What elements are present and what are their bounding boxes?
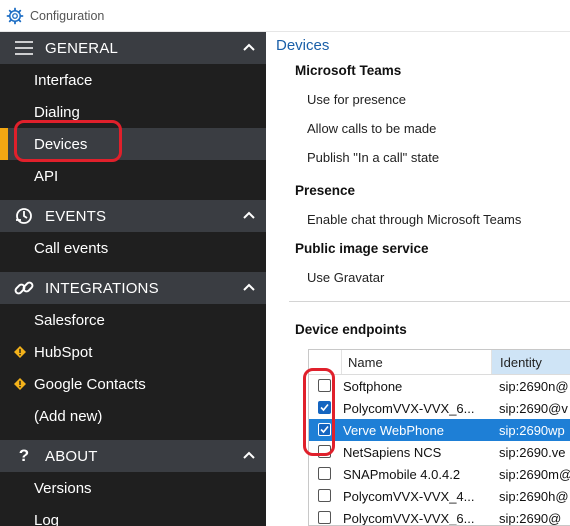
- sidebar-item-google-contacts[interactable]: Google Contacts: [0, 368, 266, 400]
- endpoint-checkbox[interactable]: [318, 489, 331, 502]
- sidebar-item-versions[interactable]: Versions: [0, 472, 266, 504]
- endpoint-name: NetSapiens NCS: [343, 444, 442, 460]
- section-general[interactable]: GENERAL: [0, 32, 266, 64]
- endpoint-checkbox[interactable]: [318, 511, 331, 524]
- events-icon: [10, 206, 38, 226]
- sidebar-item-label: Versions: [34, 479, 92, 497]
- endpoint-identity: sip:2690m@: [499, 466, 570, 482]
- table-row[interactable]: NetSapiens NCS sip:2690.ve: [309, 441, 570, 463]
- row-checkbox-cell: [309, 397, 341, 419]
- table-row[interactable]: PolycomVVX-VVX_6... sip:2690@v: [309, 397, 570, 419]
- warning-diamond-icon: [14, 346, 26, 358]
- endpoint-checkbox[interactable]: [318, 401, 331, 414]
- sidebar-item-label: Interface: [34, 71, 93, 89]
- endpoint-name: PolycomVVX-VVX_6...: [343, 400, 475, 416]
- option-publish-in-call[interactable]: Publish "In a call" state: [307, 150, 439, 165]
- endpoints-table: Name Identity Softphone sip:2690n@ Polycom…: [308, 349, 570, 526]
- table-row[interactable]: Verve WebPhone sip:2690wp: [309, 419, 570, 441]
- checkmark-icon: [320, 403, 329, 412]
- table-row[interactable]: Softphone sip:2690n@: [309, 375, 570, 397]
- table-row[interactable]: PolycomVVX-VVX_4... sip:2690h@: [309, 485, 570, 507]
- endpoint-checkbox[interactable]: [318, 423, 331, 436]
- row-checkbox-cell: [309, 419, 341, 441]
- sidebar-item-add-new[interactable]: (Add new): [0, 400, 266, 432]
- endpoint-name: Verve WebPhone: [343, 422, 444, 438]
- group-title-microsoft-teams: Microsoft Teams: [295, 63, 402, 78]
- page-title: Devices: [276, 37, 330, 54]
- chevron-up-icon[interactable]: [242, 280, 256, 294]
- endpoint-name: SNAPmobile 4.0.4.2: [343, 466, 461, 482]
- row-checkbox-cell: [309, 375, 341, 397]
- column-header-identity[interactable]: Identity: [492, 350, 570, 374]
- row-checkbox-cell: [309, 441, 341, 463]
- section-about[interactable]: ? ABOUT: [0, 440, 266, 472]
- sidebar-item-dialing[interactable]: Dialing: [0, 96, 266, 128]
- sidebar-item-devices[interactable]: Devices: [0, 128, 266, 160]
- group-title-presence: Presence: [295, 183, 356, 198]
- group-title-public-image: Public image service: [295, 241, 429, 256]
- sidebar-item-api[interactable]: API: [0, 160, 266, 192]
- question-icon: ?: [18, 446, 30, 465]
- sidebar: GENERAL Interface Dialing Devices API EV…: [0, 32, 266, 526]
- sidebar-item-interface[interactable]: Interface: [0, 64, 266, 96]
- sidebar-item-salesforce[interactable]: Salesforce: [0, 304, 266, 336]
- divider: [289, 301, 570, 302]
- table-header: Name Identity: [309, 350, 570, 375]
- sidebar-item-label: Google Contacts: [34, 375, 146, 393]
- sidebar-item-hubspot[interactable]: HubSpot: [0, 336, 266, 368]
- sidebar-item-call-events[interactable]: Call events: [0, 232, 266, 264]
- sidebar-item-label: Salesforce: [34, 311, 105, 329]
- section-integrations-label: INTEGRATIONS: [45, 279, 159, 297]
- endpoint-name: PolycomVVX-VVX_6...: [343, 510, 475, 526]
- endpoint-checkbox[interactable]: [318, 379, 331, 392]
- endpoint-checkbox[interactable]: [318, 467, 331, 480]
- table-row[interactable]: SNAPmobile 4.0.4.2 sip:2690m@: [309, 463, 570, 485]
- row-checkbox-cell: [309, 507, 341, 525]
- gear-icon: [6, 7, 24, 24]
- section-integrations[interactable]: INTEGRATIONS: [0, 272, 266, 304]
- group-title-device-endpoints: Device endpoints: [295, 322, 407, 337]
- checkmark-icon: [320, 425, 329, 434]
- option-allow-calls[interactable]: Allow calls to be made: [307, 121, 436, 136]
- window-title: Configuration: [30, 8, 105, 23]
- section-general-label: GENERAL: [45, 39, 119, 57]
- content-panel: Devices Microsoft Teams Use for presence…: [266, 32, 570, 526]
- warning-diamond-icon: [14, 378, 26, 390]
- option-use-for-presence[interactable]: Use for presence: [307, 92, 406, 107]
- endpoint-name: Softphone: [343, 378, 403, 394]
- section-events[interactable]: EVENTS: [0, 200, 266, 232]
- option-enable-chat[interactable]: Enable chat through Microsoft Teams: [307, 212, 521, 227]
- endpoint-identity: sip:2690@: [499, 510, 562, 526]
- table-row[interactable]: PolycomVVX-VVX_6... sip:2690@: [309, 507, 570, 526]
- sidebar-item-label: Call events: [34, 239, 109, 257]
- link-icon: [10, 278, 38, 298]
- sidebar-item-log[interactable]: Log: [0, 504, 266, 526]
- endpoint-identity: sip:2690n@: [499, 378, 569, 394]
- chevron-up-icon[interactable]: [242, 448, 256, 462]
- option-use-gravatar[interactable]: Use Gravatar: [307, 270, 384, 285]
- endpoint-identity: sip:2690.ve: [499, 444, 566, 460]
- chevron-up-icon[interactable]: [242, 40, 256, 54]
- endpoint-name: PolycomVVX-VVX_4...: [343, 488, 475, 504]
- endpoint-identity: sip:2690@v: [499, 400, 568, 416]
- header-checkbox-column: [309, 350, 342, 374]
- endpoint-identity: sip:2690h@: [499, 488, 569, 504]
- chevron-up-icon[interactable]: [242, 208, 256, 222]
- sidebar-item-label: Log: [34, 511, 60, 526]
- sidebar-item-label: Devices: [34, 135, 88, 153]
- sidebar-item-label: (Add new): [34, 407, 103, 425]
- hamburger-icon: [10, 38, 38, 58]
- row-checkbox-cell: [309, 485, 341, 507]
- section-about-label: ABOUT: [45, 447, 98, 465]
- endpoint-checkbox[interactable]: [318, 445, 331, 458]
- column-header-name[interactable]: Name: [342, 350, 492, 374]
- title-bar: Configuration: [0, 0, 570, 32]
- sidebar-item-label: API: [34, 167, 59, 185]
- sidebar-item-label: Dialing: [34, 103, 80, 121]
- row-checkbox-cell: [309, 463, 341, 485]
- sidebar-item-label: HubSpot: [34, 343, 93, 361]
- table-body: Softphone sip:2690n@ PolycomVVX-VVX_6... si…: [309, 375, 570, 526]
- endpoint-identity: sip:2690wp: [499, 422, 565, 438]
- section-events-label: EVENTS: [45, 207, 107, 225]
